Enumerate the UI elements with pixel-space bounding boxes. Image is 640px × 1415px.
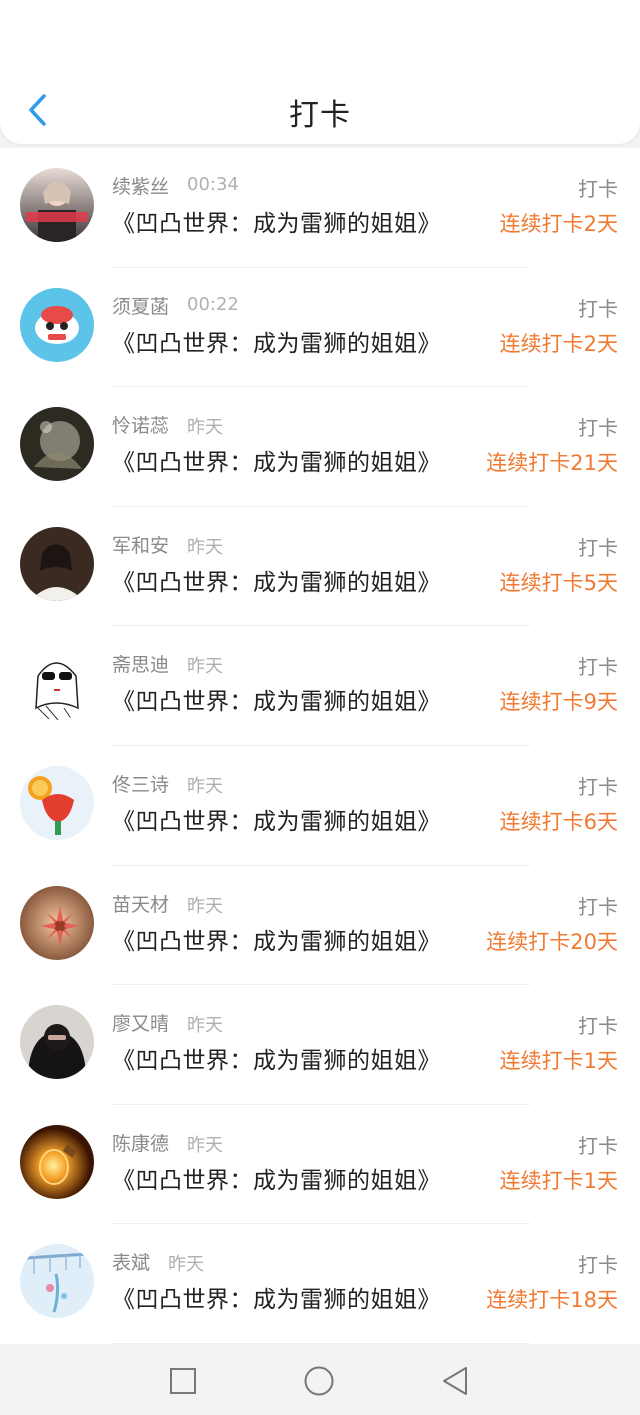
action-label: 打卡 — [578, 774, 618, 799]
user-name[interactable]: 须夏菡 — [112, 292, 169, 319]
timestamp: 昨天 — [187, 656, 223, 678]
timestamp: 00:34 — [187, 174, 239, 195]
action-label: 打卡 — [578, 655, 618, 680]
book-title[interactable]: 《凹凸世界：成为雷狮的姐姐》 — [112, 802, 441, 836]
checkin-list: 续紫丝 00:34 《凹凸世界：成为雷狮的姐姐》 打卡 连续打卡2天 须夏菡 00:22 《凹… — [0, 148, 640, 1344]
list-item[interactable]: 廖又晴 昨天《凹凸世界：成为雷狮的姐姐》 打卡连续打卡1天 — [0, 985, 640, 1105]
list-item[interactable]: 佟三诗 昨天《凹凸世界：成为雷狮的姐姐》 打卡连续打卡6天 — [0, 746, 640, 866]
action-label: 打卡 — [578, 1014, 618, 1039]
user-name[interactable]: 表斌 — [112, 1248, 150, 1275]
timestamp: 昨天 — [187, 1134, 223, 1156]
action-label: 打卡 — [578, 416, 618, 441]
page-title: 打卡 — [289, 98, 351, 133]
back-nav-button[interactable] — [438, 1364, 472, 1398]
avatar[interactable] — [20, 765, 94, 840]
list-item[interactable]: 军和安 昨天《凹凸世界：成为雷狮的姐姐》 打卡连续打卡5天 — [0, 507, 640, 627]
user-name[interactable]: 续紫丝 — [112, 172, 169, 199]
row-divider — [112, 1342, 530, 1344]
timestamp: 昨天 — [187, 417, 223, 439]
streak-badge: 连续打卡6天 — [499, 809, 618, 834]
book-title[interactable]: 《凹凸世界：成为雷狮的姐姐》 — [112, 1280, 441, 1314]
action-label: 打卡 — [578, 535, 618, 560]
system-nav-bar — [0, 1346, 640, 1415]
user-name[interactable]: 怜诺蕊 — [112, 411, 169, 438]
action-label: 打卡 — [578, 1133, 618, 1158]
user-name[interactable]: 陈康德 — [112, 1129, 169, 1156]
list-item[interactable]: 苗天材 昨天《凹凸世界：成为雷狮的姐姐》 打卡连续打卡20天 — [0, 866, 640, 986]
timestamp: 昨天 — [187, 775, 223, 797]
streak-badge: 连续打卡20天 — [486, 929, 618, 954]
timestamp: 昨天 — [187, 895, 223, 917]
avatar[interactable] — [20, 1124, 94, 1199]
list-item[interactable]: 斋思迪 昨天《凹凸世界：成为雷狮的姐姐》 打卡连续打卡9天 — [0, 626, 640, 746]
square-icon — [170, 1368, 196, 1394]
streak-badge: 连续打卡2天 — [499, 212, 618, 236]
timestamp: 昨天 — [187, 1015, 223, 1037]
timestamp: 昨天 — [187, 536, 223, 558]
triangle-back-icon — [443, 1367, 467, 1395]
list-item[interactable]: 表斌 昨天《凹凸世界：成为雷狮的姐姐》 打卡连续打卡18天 — [0, 1224, 640, 1344]
avatar[interactable] — [20, 885, 94, 960]
user-name[interactable]: 军和安 — [112, 531, 169, 558]
action-label: 打卡 — [578, 894, 618, 919]
book-title[interactable]: 《凹凸世界：成为雷狮的姐姐》 — [112, 443, 441, 477]
book-title[interactable]: 《凹凸世界：成为雷狮的姐姐》 — [112, 682, 441, 716]
user-name[interactable]: 苗天材 — [112, 890, 169, 917]
avatar[interactable] — [20, 168, 94, 242]
book-title[interactable]: 《凹凸世界：成为雷狮的姐姐》 — [112, 204, 441, 238]
book-title[interactable]: 《凹凸世界：成为雷狮的姐姐》 — [112, 922, 441, 956]
recent-apps-button[interactable] — [166, 1364, 200, 1398]
circle-icon — [304, 1366, 334, 1396]
action-label: 打卡 — [578, 177, 618, 201]
list-item[interactable]: 须夏菡 00:22 《凹凸世界：成为雷狮的姐姐》 打卡连续打卡2天 — [0, 268, 640, 388]
streak-badge: 连续打卡1天 — [499, 1168, 618, 1193]
avatar[interactable] — [20, 1244, 94, 1319]
avatar[interactable] — [20, 287, 94, 362]
action-label: 打卡 — [578, 1253, 618, 1278]
streak-badge: 连续打卡21天 — [486, 451, 618, 476]
streak-badge: 连续打卡18天 — [486, 1288, 618, 1313]
action-label: 打卡 — [578, 296, 618, 321]
user-name[interactable]: 佟三诗 — [112, 770, 169, 797]
home-button[interactable] — [302, 1364, 336, 1398]
avatar[interactable] — [20, 646, 94, 721]
user-name[interactable]: 廖又晴 — [112, 1009, 169, 1036]
book-title[interactable]: 《凹凸世界：成为雷狮的姐姐》 — [112, 563, 441, 597]
book-title[interactable]: 《凹凸世界：成为雷狮的姐姐》 — [112, 324, 441, 358]
timestamp: 昨天 — [168, 1254, 204, 1276]
book-title[interactable]: 《凹凸世界：成为雷狮的姐姐》 — [112, 1161, 441, 1195]
streak-badge: 连续打卡1天 — [499, 1049, 618, 1074]
streak-badge: 连续打卡9天 — [499, 690, 618, 715]
avatar[interactable] — [20, 1005, 94, 1080]
avatar[interactable] — [20, 526, 94, 601]
list-item[interactable]: 陈康德 昨天《凹凸世界：成为雷狮的姐姐》 打卡连续打卡1天 — [0, 1105, 640, 1225]
timestamp: 00:22 — [187, 293, 239, 315]
user-name[interactable]: 斋思迪 — [112, 650, 169, 677]
list-item[interactable]: 怜诺蕊 昨天《凹凸世界：成为雷狮的姐姐》 打卡连续打卡21天 — [0, 387, 640, 507]
book-title[interactable]: 《凹凸世界：成为雷狮的姐姐》 — [112, 1041, 441, 1075]
top-bar: 打卡 — [0, 0, 640, 144]
streak-badge: 连续打卡5天 — [499, 570, 618, 595]
avatar[interactable] — [20, 407, 94, 482]
list-item[interactable]: 续紫丝 00:34 《凹凸世界：成为雷狮的姐姐》 打卡连续打卡2天 — [0, 148, 640, 268]
streak-badge: 连续打卡2天 — [499, 331, 618, 356]
